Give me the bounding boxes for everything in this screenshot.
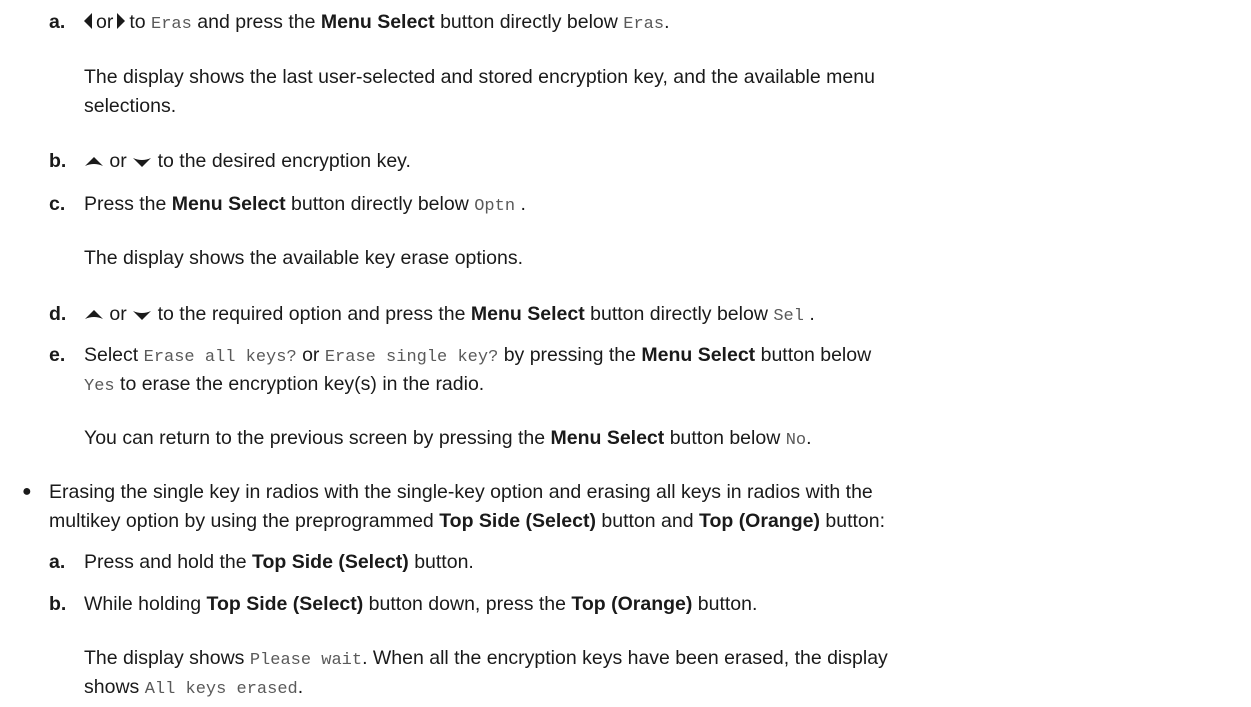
step-a-line: or to Eras and press the Menu Select butt…	[84, 10, 670, 37]
top-side-select-label: Top Side (Select)	[439, 510, 596, 532]
top-side-select-label: Top Side (Select)	[206, 593, 364, 615]
step-marker-c: c.	[49, 193, 66, 215]
bullet-line1: Erasing the single key in radios with th…	[49, 481, 873, 503]
erase-all-keys-text: Erase all keys?	[143, 348, 297, 367]
left-arrow-icon	[84, 12, 92, 29]
top-orange-label: Top (Orange)	[698, 510, 820, 532]
step-marker-e: e.	[49, 344, 66, 366]
up-arrow-icon	[85, 309, 103, 319]
no-softkey-text: No	[785, 431, 807, 450]
step-marker-d: d.	[49, 303, 67, 325]
menu-select-label: Menu Select	[470, 303, 585, 325]
up-arrow-icon	[85, 156, 103, 166]
sel-softkey-text: Sel	[773, 307, 804, 326]
step2-a-line: Press and hold the Top Side (Select) but…	[84, 551, 474, 573]
all-keys-erased-text: All keys erased	[144, 680, 298, 699]
step-d-line: or to the required option and press the …	[84, 302, 815, 329]
document-page: a. or to Eras and press the Menu Select b…	[0, 0, 1251, 707]
step-marker-b: b.	[49, 150, 67, 172]
top-orange-label: Top (Orange)	[571, 593, 693, 615]
step-c-desc: The display shows the available key eras…	[84, 247, 523, 269]
menu-select-label: Menu Select	[320, 11, 435, 33]
step2-b-desc-line1: The display shows Please wait. When all …	[84, 647, 888, 670]
top-side-select-label: Top Side (Select)	[252, 551, 409, 573]
right-arrow-icon	[117, 12, 126, 29]
step-a-desc-line1: The display shows the last user-selected…	[84, 66, 875, 88]
menu-select-label: Menu Select	[171, 193, 286, 215]
please-wait-text: Please wait	[249, 651, 363, 670]
step-e-line2: Yes to erase the encryption key(s) in th…	[84, 373, 485, 396]
step2-b-line: While holding Top Side (Select) button d…	[84, 593, 758, 615]
erase-single-key-text: Erase single key?	[324, 348, 499, 367]
eras-softkey-text: Eras	[151, 15, 192, 34]
step-b-line: or to the desired encryption key.	[84, 149, 411, 173]
step2-marker-b: b.	[49, 593, 67, 615]
down-arrow-icon	[133, 310, 152, 320]
step-c-line: Press the Menu Select button directly be…	[84, 193, 526, 216]
step2-marker-a: a.	[49, 551, 66, 573]
step-marker-a: a.	[49, 11, 66, 33]
step-e-line1: Select Erase all keys? or Erase single k…	[84, 344, 872, 367]
step-e-return-line: You can return to the previous screen by…	[84, 427, 812, 450]
optn-softkey-text: Optn	[474, 197, 516, 216]
down-arrow-icon	[133, 157, 152, 167]
step2-b-desc-line2: shows All keys erased.	[84, 676, 304, 699]
menu-select-label: Menu Select	[550, 427, 665, 449]
menu-select-label: Menu Select	[641, 344, 756, 366]
bullet-icon: ●	[22, 483, 32, 500]
eras-softkey-text: Eras	[623, 15, 665, 34]
step-a-desc-line2: selections.	[84, 95, 177, 117]
yes-softkey-text: Yes	[84, 377, 115, 396]
bullet-line2: multikey option by using the preprogramm…	[49, 510, 886, 532]
